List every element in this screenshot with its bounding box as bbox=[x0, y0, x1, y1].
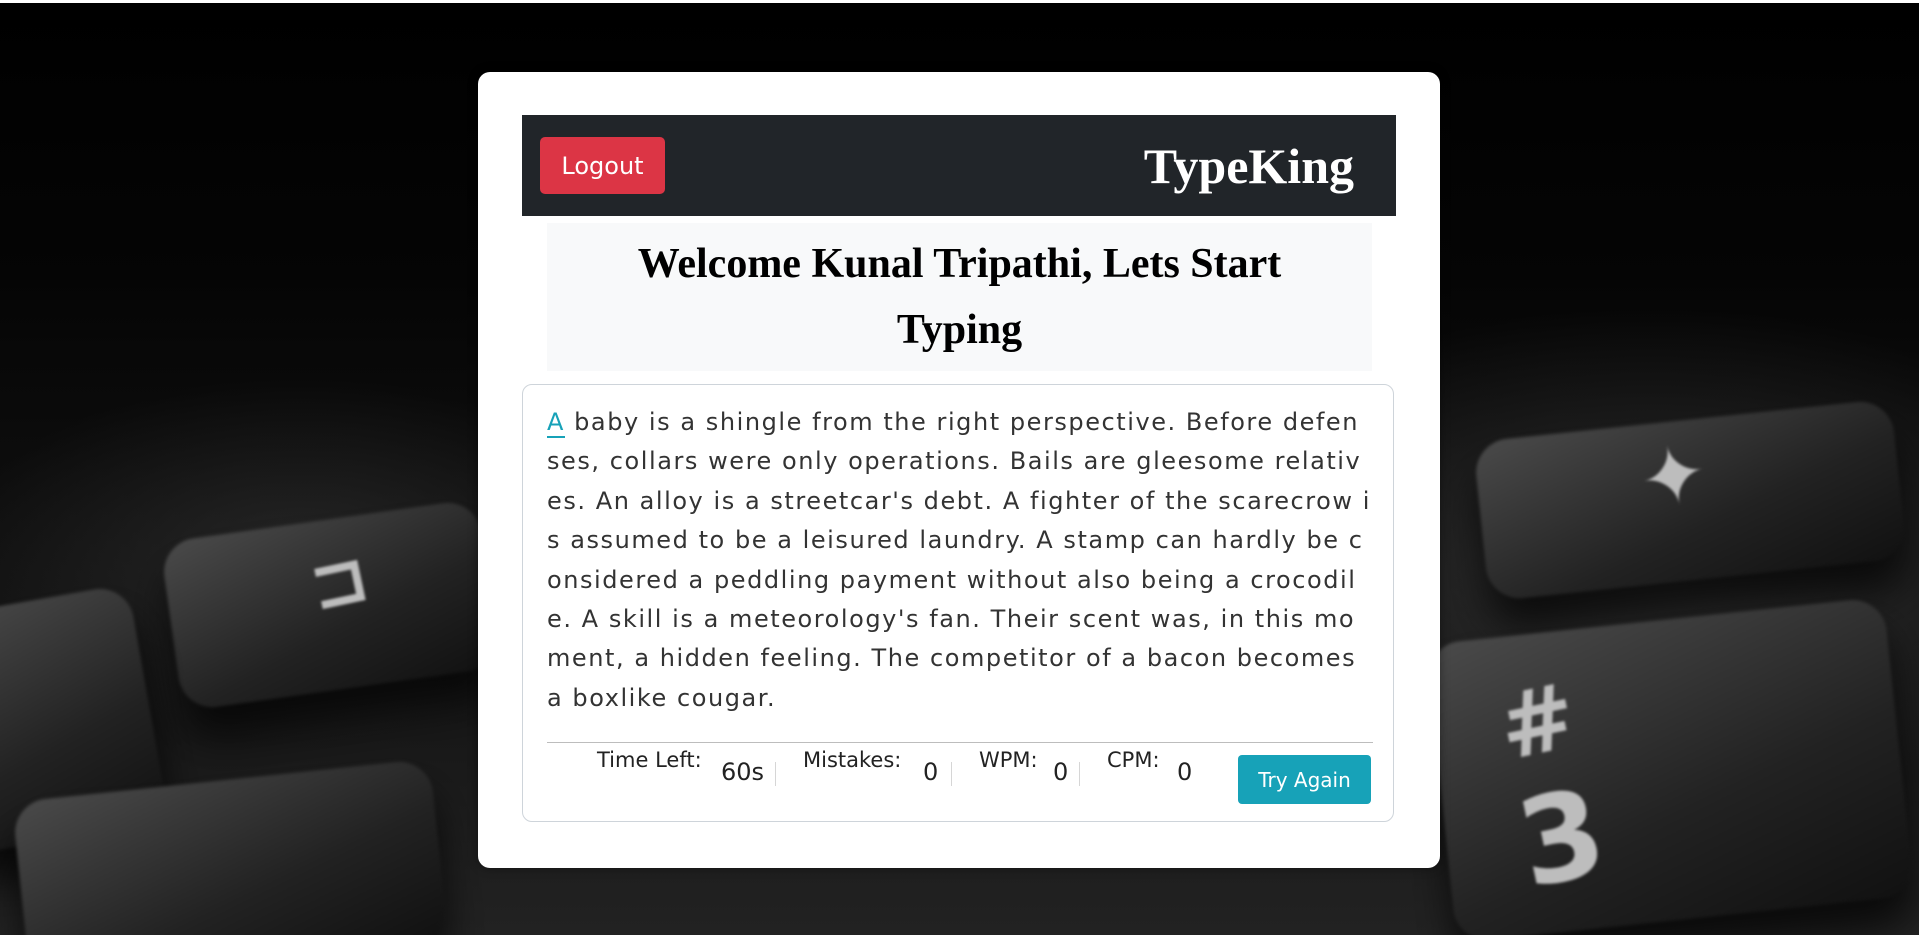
time-left-label: Time Left: bbox=[597, 748, 702, 772]
logout-button[interactable]: Logout bbox=[540, 137, 665, 194]
stat-separator bbox=[951, 762, 952, 786]
try-again-button[interactable]: Try Again bbox=[1238, 755, 1371, 804]
mistakes-value: 0 bbox=[923, 758, 939, 786]
brand-title[interactable]: TypeKing bbox=[1144, 137, 1354, 195]
remaining-text: baby is a shingle from the right perspec… bbox=[547, 408, 1371, 712]
stat-separator bbox=[775, 762, 776, 786]
stat-separator bbox=[1079, 762, 1080, 786]
navbar: Logout TypeKing bbox=[522, 115, 1396, 216]
welcome-banner: Welcome Kunal Tripathi, Lets Start Typin… bbox=[547, 223, 1372, 371]
time-left-value: 60s bbox=[721, 758, 764, 786]
typing-paragraph[interactable]: A baby is a shingle from the right persp… bbox=[547, 403, 1373, 719]
active-character: A bbox=[547, 408, 565, 438]
cpm-value: 0 bbox=[1177, 758, 1193, 786]
keyboard-key-shape bbox=[1425, 596, 1915, 935]
time-left-unit: s bbox=[751, 758, 765, 786]
top-edge bbox=[0, 0, 1919, 3]
wpm-label: WPM: bbox=[979, 748, 1038, 772]
mistakes-label: Mistakes: bbox=[803, 748, 902, 772]
mistakes-stat: Mistakes: 0 bbox=[803, 748, 963, 788]
wpm-value: 0 bbox=[1053, 758, 1069, 786]
stats-divider bbox=[547, 742, 1373, 743]
time-left-stat: Time Left: 60s bbox=[597, 748, 777, 788]
cpm-stat: CPM: 0 bbox=[1107, 748, 1217, 788]
typing-test-box[interactable]: A baby is a shingle from the right persp… bbox=[522, 384, 1394, 822]
wpm-stat: WPM: 0 bbox=[979, 748, 1099, 788]
welcome-heading: Welcome Kunal Tripathi, Lets Start Typin… bbox=[637, 241, 1282, 353]
typing-test-card: Logout TypeKing Welcome Kunal Tripathi, … bbox=[478, 72, 1440, 868]
time-left-number: 60 bbox=[721, 758, 752, 786]
cpm-label: CPM: bbox=[1107, 748, 1160, 772]
